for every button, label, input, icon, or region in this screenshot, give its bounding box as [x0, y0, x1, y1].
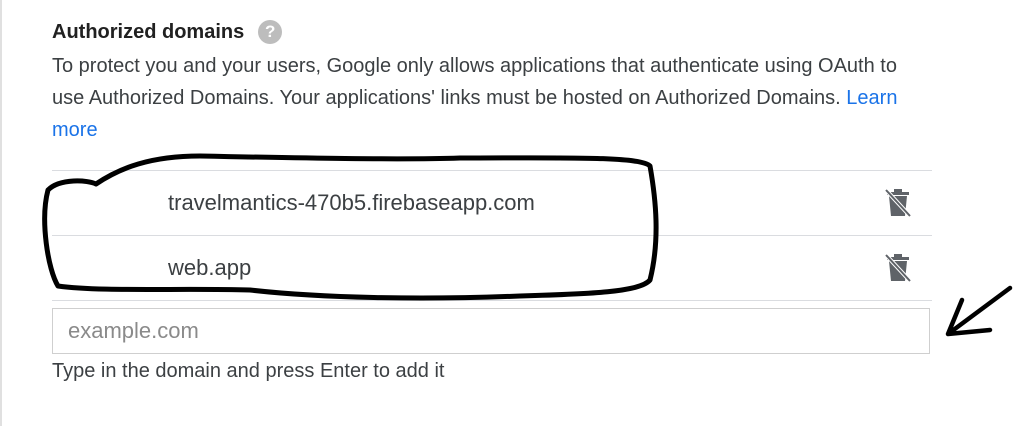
domain-input[interactable] — [52, 308, 930, 354]
section-description: To protect you and your users, Google on… — [52, 50, 932, 146]
domain-row: travelmantics-470b5.firebaseapp.com — [52, 171, 932, 236]
domain-name: travelmantics-470b5.firebaseapp.com — [168, 190, 535, 215]
section-title: Authorized domains — [52, 20, 245, 43]
domains-list: travelmantics-470b5.firebaseapp.com web.… — [52, 170, 932, 301]
question-mark-icon[interactable]: ? — [258, 20, 283, 44]
hand-drawn-arrow — [945, 285, 1013, 337]
domain-row: web.app — [52, 236, 932, 301]
authorized-domains-section: Authorized domains ? To protect you and … — [52, 14, 932, 146]
section-header: Authorized domains ? — [52, 14, 932, 50]
domain-name: web.app — [168, 255, 252, 280]
panel-left-border — [0, 0, 2, 426]
trash-icon[interactable] — [882, 252, 914, 284]
domain-input-hint: Type in the domain and press Enter to ad… — [52, 360, 445, 382]
trash-icon[interactable] — [882, 187, 914, 219]
description-text: To protect you and your users, Google on… — [52, 55, 897, 109]
